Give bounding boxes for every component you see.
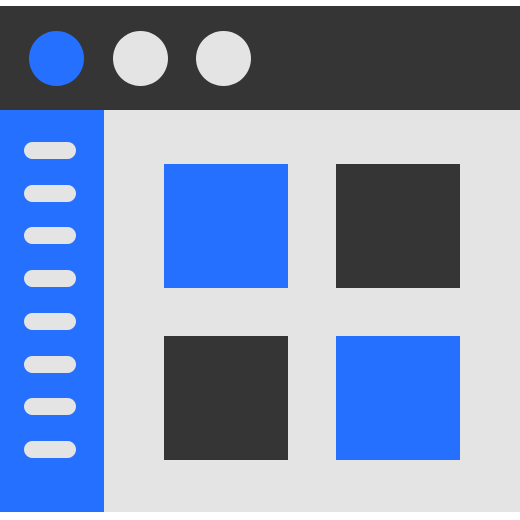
app-window: [0, 0, 520, 520]
inactive-window-dot-2[interactable]: [196, 31, 251, 86]
sidebar-item[interactable]: [24, 398, 76, 416]
title-bar: [0, 6, 520, 110]
sidebar-item[interactable]: [24, 227, 76, 245]
sidebar-item[interactable]: [24, 142, 76, 159]
tile-top-left[interactable]: [164, 164, 288, 288]
tile-top-right[interactable]: [336, 164, 460, 288]
active-window-dot[interactable]: [29, 31, 84, 86]
sidebar-item[interactable]: [24, 312, 76, 330]
sidebar: [0, 110, 104, 512]
sidebar-item[interactable]: [24, 355, 76, 373]
sidebar-item[interactable]: [24, 184, 76, 202]
tile-bottom-right[interactable]: [336, 336, 460, 460]
inactive-window-dot-1[interactable]: [113, 31, 168, 86]
tile-bottom-left[interactable]: [164, 336, 288, 460]
sidebar-item[interactable]: [24, 440, 76, 458]
main-content: [104, 110, 520, 512]
sidebar-item[interactable]: [24, 270, 76, 288]
